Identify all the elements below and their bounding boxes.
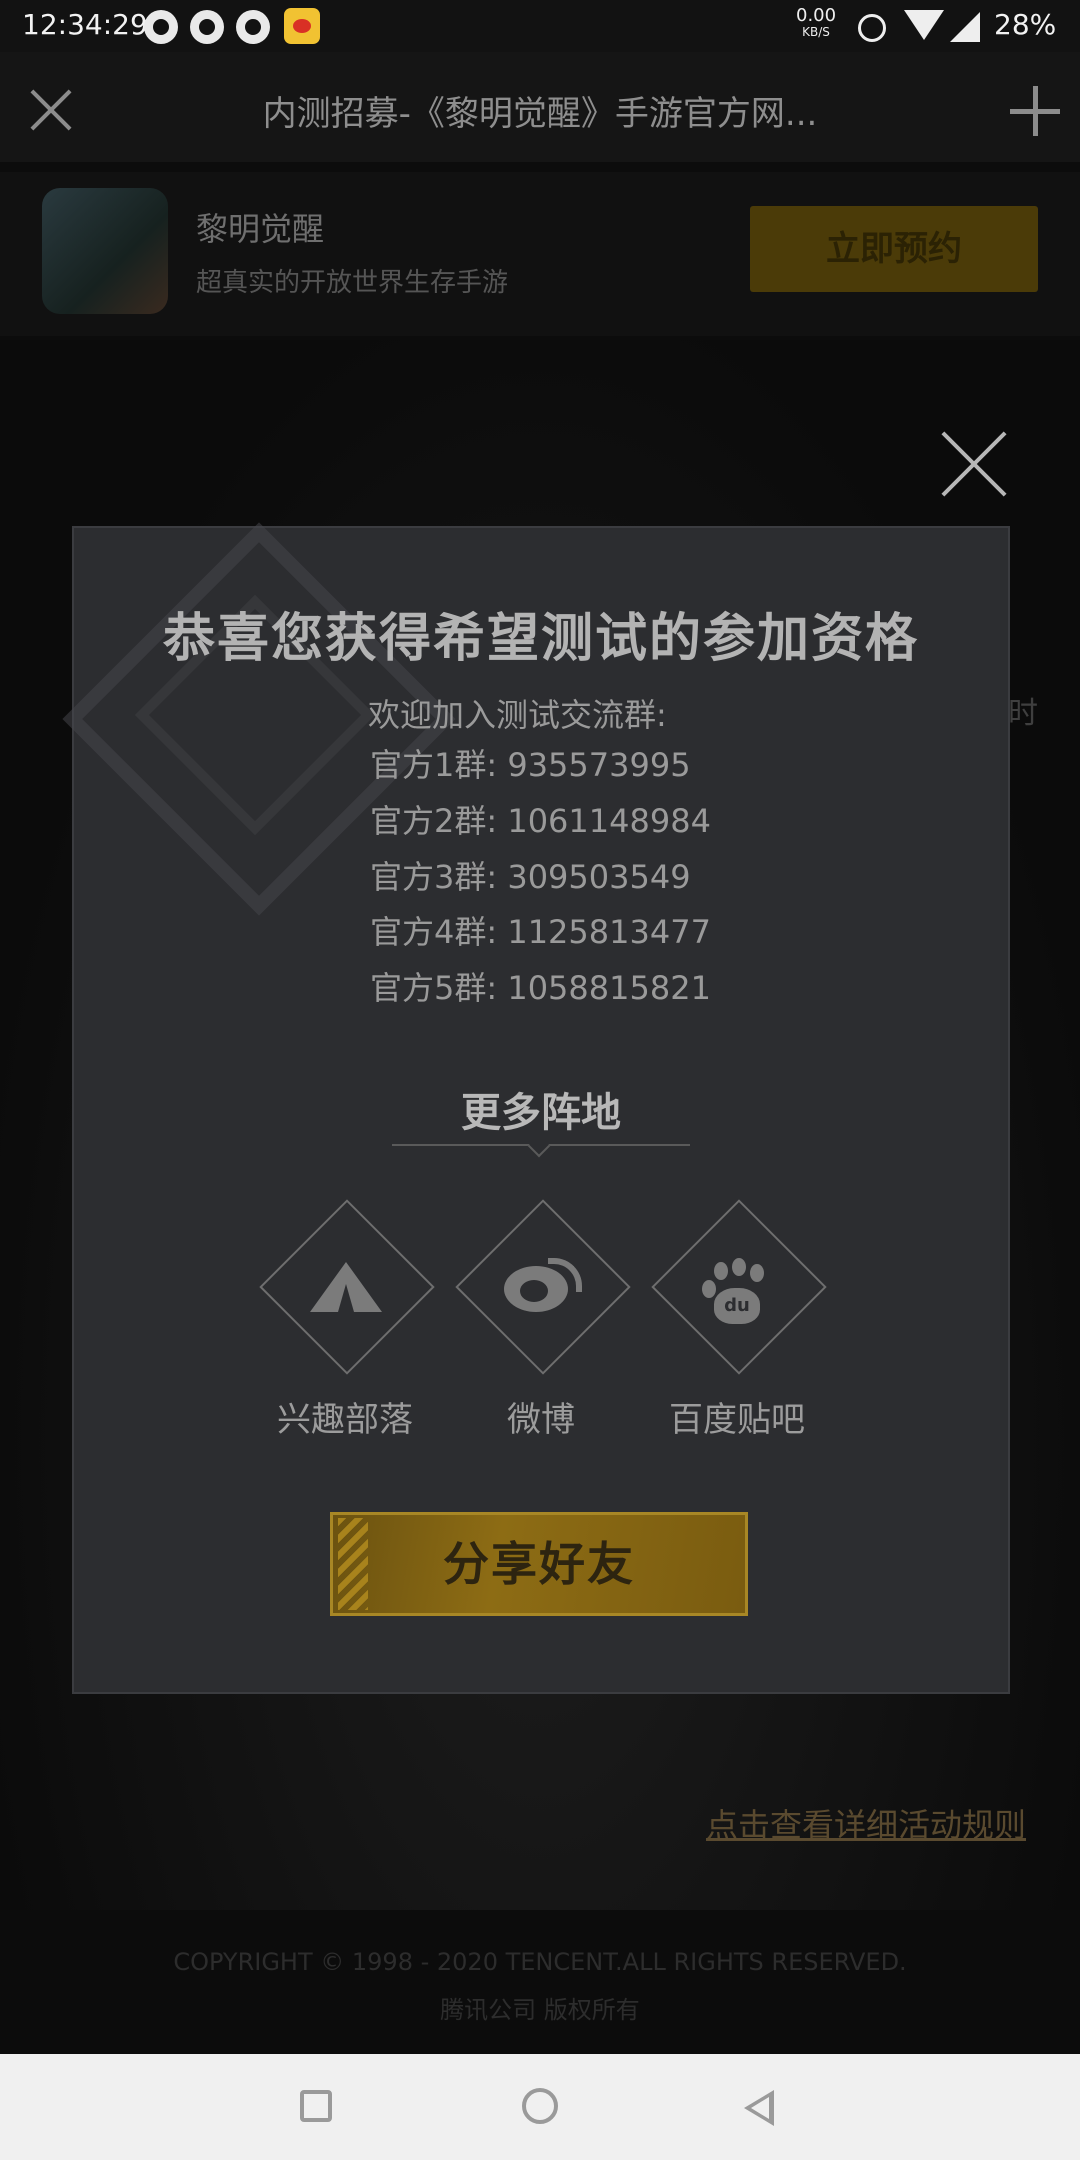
social-tieba-link[interactable]: du 百度贴吧 [651,1199,827,1440]
share-button-label: 分享好友 [443,1537,635,1591]
group-number[interactable]: 1061148984 [507,802,711,840]
weibo-icon [504,1258,582,1312]
group-label: 官方4群: [370,913,498,951]
recent-apps-icon[interactable] [300,2090,332,2122]
page-title: 内测招募-《黎明觉醒》手游官方网... [262,94,818,134]
social-label: 微博 [507,1400,575,1440]
group-line: 官方2群: 1061148984 [370,796,711,842]
group-line: 官方4群: 1125813477 [370,907,711,953]
share-friends-button[interactable]: 分享好友 [330,1512,748,1616]
baidu-mark: du [714,1288,760,1324]
copyright-company-text: 腾讯公司 版权所有 [440,1996,640,2024]
group-line: 官方5群: 1058815821 [370,963,711,1009]
group-number[interactable]: 1058815821 [507,969,711,1007]
add-icon[interactable] [1010,86,1060,136]
baidu-paw-icon: du [700,1258,774,1332]
social-tribe-link[interactable]: 兴趣部落 [259,1199,435,1440]
group-line: 官方1群: 935573995 [370,740,691,786]
signal-icon [950,12,980,42]
group-line: 官方3群: 309503549 [370,852,691,898]
status-time: 12:34:29 [22,8,148,41]
social-weibo-link[interactable]: 微博 [455,1199,631,1440]
app-notification-icon [236,10,270,44]
modal-close-icon[interactable] [938,428,1010,500]
network-speed: 0.00 KB/S [796,5,837,40]
group-label: 官方5群: [370,969,498,1007]
alarm-icon [858,14,886,42]
reserve-button[interactable]: 立即预约 [750,206,1038,292]
group-label: 官方2群: [370,802,498,840]
close-icon[interactable] [26,85,76,135]
welcome-text: 欢迎加入测试交流群: [368,696,667,734]
social-label: 百度贴吧 [669,1400,805,1440]
group-number[interactable]: 309503549 [507,858,690,896]
copyright-text: COPYRIGHT © 1998 - 2020 TENCENT.ALL RIGH… [173,1948,907,1976]
app-name: 黎明觉醒 [196,210,325,248]
modal-heading: 恭喜您获得希望测试的参加资格 [162,609,919,669]
group-number[interactable]: 935573995 [507,746,690,784]
social-label: 兴趣部落 [277,1400,413,1440]
back-icon[interactable] [744,2090,774,2126]
background-side-text: 时 [1008,696,1038,731]
app-description: 超真实的开放世界生存手游 [196,268,509,298]
battery-level: 28% [994,8,1057,41]
weibo-notification-icon [284,8,320,44]
network-speed-value: 0.00 [796,5,837,26]
activity-rules-link[interactable]: 点击查看详细活动规则 [706,1800,1026,1846]
network-speed-unit: KB/S [802,25,830,39]
game-app-icon[interactable] [42,188,168,314]
app-notification-icon [190,10,224,44]
app-notification-icon [144,10,178,44]
group-label: 官方3群: [370,858,498,896]
tent-icon [310,1262,382,1312]
group-label: 官方1群: [370,746,498,784]
more-channels-title: 更多阵地 [461,1090,621,1136]
wifi-icon [904,10,944,40]
home-icon[interactable] [522,2088,558,2124]
group-number[interactable]: 1125813477 [507,913,711,951]
